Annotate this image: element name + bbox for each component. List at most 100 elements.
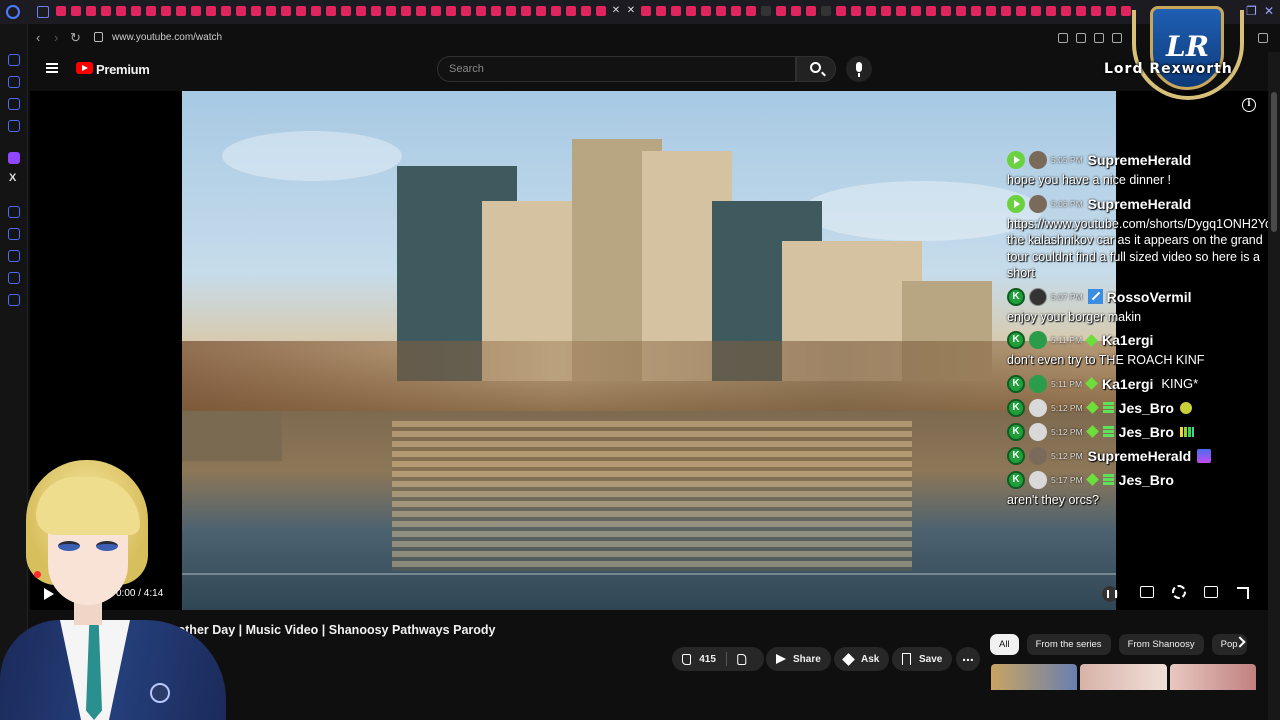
browser-tab[interactable] xyxy=(506,6,516,16)
browser-menu-icon[interactable] xyxy=(1258,33,1268,43)
chat-username[interactable]: SupremeHerald xyxy=(1088,448,1191,464)
browser-tab[interactable] xyxy=(536,6,546,16)
browser-tab[interactable] xyxy=(1016,6,1026,16)
related-thumbnail[interactable] xyxy=(1169,664,1256,690)
page-scrollbar[interactable] xyxy=(1268,52,1280,720)
browser-tab[interactable] xyxy=(461,6,471,16)
browser-tab[interactable] xyxy=(446,6,456,16)
browser-tab[interactable] xyxy=(716,6,726,16)
browser-tab[interactable] xyxy=(1001,6,1011,16)
youtube-brand[interactable]: Premium xyxy=(96,62,150,77)
ask-button[interactable]: Ask xyxy=(834,647,890,671)
autoplay-toggle[interactable] xyxy=(1102,586,1118,602)
extension-icon[interactable] xyxy=(1112,33,1122,43)
scrollbar-thumb[interactable] xyxy=(1271,92,1277,232)
browser-tab[interactable] xyxy=(311,6,321,16)
chat-avatar[interactable] xyxy=(1029,287,1047,306)
browser-tab[interactable] xyxy=(911,6,921,16)
chat-username[interactable]: SupremeHerald xyxy=(1088,152,1191,168)
related-thumbnail[interactable] xyxy=(1080,664,1167,690)
browser-tab[interactable]: ✕ xyxy=(626,6,636,16)
browser-tab[interactable] xyxy=(806,6,816,16)
browser-tab[interactable] xyxy=(566,6,576,16)
browser-tab[interactable] xyxy=(416,6,426,16)
shield-icon[interactable] xyxy=(1094,33,1104,43)
chat-avatar[interactable] xyxy=(1029,194,1047,213)
captions-icon[interactable] xyxy=(1140,586,1154,598)
share-button[interactable]: Share xyxy=(766,647,831,671)
browser-tab[interactable] xyxy=(986,6,996,16)
video-frame[interactable] xyxy=(182,91,1116,610)
sidebar-cube-icon[interactable] xyxy=(8,272,20,284)
chat-username[interactable]: Ka1ergi xyxy=(1102,376,1153,392)
browser-tab[interactable] xyxy=(1106,6,1116,16)
chat-username[interactable]: SupremeHerald xyxy=(1088,196,1191,212)
chat-avatar[interactable] xyxy=(1029,398,1047,417)
browser-tab[interactable] xyxy=(521,6,531,16)
browser-tab[interactable] xyxy=(896,6,906,16)
browser-tab[interactable] xyxy=(851,6,861,16)
browser-tab[interactable] xyxy=(221,6,231,16)
related-thumbnail[interactable] xyxy=(991,664,1078,690)
chip-from-the-series[interactable]: From the series xyxy=(1026,634,1111,655)
browser-tab[interactable] xyxy=(296,6,306,16)
browser-tab[interactable] xyxy=(1076,6,1086,16)
chat-avatar[interactable] xyxy=(1029,470,1047,489)
browser-tab[interactable] xyxy=(56,6,66,16)
browser-tab[interactable] xyxy=(236,6,246,16)
browser-tab[interactable] xyxy=(71,6,81,16)
browser-tab[interactable] xyxy=(341,6,351,16)
tab-overview-icon[interactable] xyxy=(37,6,49,18)
sidebar-mail-icon[interactable] xyxy=(8,120,20,132)
browser-tab[interactable] xyxy=(371,6,381,16)
like-count[interactable]: 415 xyxy=(699,654,716,665)
browser-tab[interactable] xyxy=(131,6,141,16)
browser-tab[interactable] xyxy=(971,6,981,16)
browser-tab[interactable] xyxy=(116,6,126,16)
search-button[interactable] xyxy=(796,56,836,82)
settings-gear-icon[interactable] xyxy=(1172,585,1186,599)
youtube-logo-icon[interactable] xyxy=(76,62,93,74)
chat-avatar[interactable] xyxy=(1029,151,1047,169)
browser-tab[interactable] xyxy=(791,6,801,16)
browser-tab[interactable] xyxy=(191,6,201,16)
browser-tab[interactable] xyxy=(746,6,756,16)
dislike-icon[interactable] xyxy=(736,653,746,665)
browser-tab[interactable] xyxy=(251,6,261,16)
browser-tab[interactable] xyxy=(176,6,186,16)
sidebar-messenger-icon[interactable] xyxy=(8,98,20,110)
browser-tab[interactable] xyxy=(266,6,276,16)
browser-tab[interactable] xyxy=(866,6,876,16)
browser-tab[interactable] xyxy=(581,6,591,16)
chip-all[interactable]: All xyxy=(990,634,1019,655)
chat-avatar[interactable] xyxy=(1029,331,1047,349)
menu-icon[interactable] xyxy=(46,63,58,73)
browser-tab[interactable] xyxy=(431,6,441,16)
browser-tab[interactable] xyxy=(701,6,711,16)
chat-username[interactable]: RossoVermil xyxy=(1107,289,1192,305)
chat-username[interactable]: Jes_Bro xyxy=(1119,400,1174,416)
browser-tab[interactable] xyxy=(206,6,216,16)
opera-logo-icon[interactable] xyxy=(6,5,20,19)
browser-tab[interactable] xyxy=(101,6,111,16)
browser-tab[interactable] xyxy=(161,6,171,16)
browser-tab[interactable] xyxy=(86,6,96,16)
browser-tab[interactable] xyxy=(356,6,366,16)
browser-tab[interactable] xyxy=(776,6,786,16)
browser-tab[interactable] xyxy=(146,6,156,16)
chat-avatar[interactable] xyxy=(1029,422,1047,441)
sidebar-history-icon[interactable] xyxy=(8,54,20,66)
sidebar-bag-icon[interactable] xyxy=(8,76,20,88)
browser-tab[interactable] xyxy=(1046,6,1056,16)
save-button[interactable]: Save xyxy=(892,647,953,671)
browser-tab[interactable] xyxy=(761,6,771,16)
voice-search-button[interactable] xyxy=(846,56,872,82)
browser-tab[interactable] xyxy=(1061,6,1071,16)
browser-tab[interactable] xyxy=(671,6,681,16)
browser-tab[interactable] xyxy=(596,6,606,16)
browser-tab[interactable] xyxy=(821,6,831,16)
browser-tab[interactable] xyxy=(881,6,891,16)
browser-tab[interactable] xyxy=(326,6,336,16)
browser-tab[interactable] xyxy=(401,6,411,16)
browser-tab[interactable] xyxy=(551,6,561,16)
